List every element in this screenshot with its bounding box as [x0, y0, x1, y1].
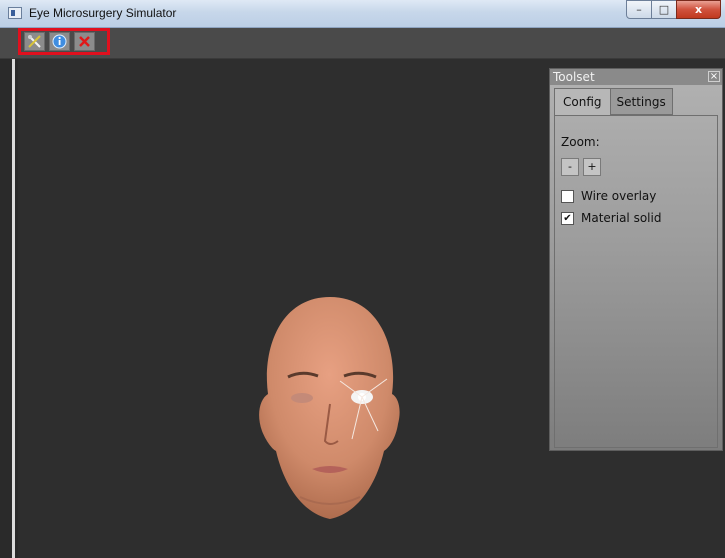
- wire-overlay-label: Wire overlay: [581, 189, 657, 203]
- tab-settings[interactable]: Settings: [609, 88, 673, 115]
- toolbar-button-group: [18, 28, 110, 55]
- toolset-config-body: Zoom: - + Wire overlay ✔ Material solid: [554, 115, 718, 448]
- left-strip: [0, 59, 18, 558]
- tools-button[interactable]: [24, 32, 45, 51]
- toolset-title: Toolset: [553, 70, 595, 84]
- info-icon: [52, 34, 67, 49]
- zoom-in-button[interactable]: +: [583, 158, 601, 176]
- toolset-panel: Toolset × Config Settings Zoom: - + Wire…: [549, 68, 723, 451]
- material-solid-option[interactable]: ✔ Material solid: [561, 211, 661, 225]
- material-solid-checkbox[interactable]: ✔: [561, 211, 574, 225]
- close-tool-button[interactable]: [74, 32, 95, 51]
- toolset-tabs: Config Settings: [554, 88, 673, 116]
- wire-overlay-option[interactable]: Wire overlay: [561, 189, 656, 203]
- window-controls: – □ x: [626, 0, 721, 20]
- tools-icon: [28, 35, 41, 48]
- window-title: Eye Microsurgery Simulator: [29, 6, 177, 20]
- maximize-button[interactable]: □: [651, 0, 677, 19]
- left-edge-divider: [12, 59, 15, 558]
- material-solid-label: Material solid: [581, 211, 662, 225]
- minimize-button[interactable]: –: [626, 0, 652, 19]
- zoom-out-button[interactable]: -: [561, 158, 579, 176]
- wire-overlay-checkbox[interactable]: [561, 189, 574, 203]
- close-window-button[interactable]: x: [676, 0, 721, 19]
- window-title-bar: Eye Microsurgery Simulator – □ x: [0, 0, 725, 28]
- info-button[interactable]: [49, 32, 70, 51]
- close-x-icon: [79, 36, 90, 47]
- toolbar: [0, 28, 725, 59]
- zoom-label: Zoom:: [561, 135, 600, 149]
- app-icon: [8, 7, 22, 19]
- tab-config[interactable]: Config: [554, 88, 611, 116]
- toolset-close-icon[interactable]: ×: [708, 71, 720, 82]
- left-eye: [291, 393, 313, 403]
- toolset-header: Toolset ×: [550, 69, 722, 85]
